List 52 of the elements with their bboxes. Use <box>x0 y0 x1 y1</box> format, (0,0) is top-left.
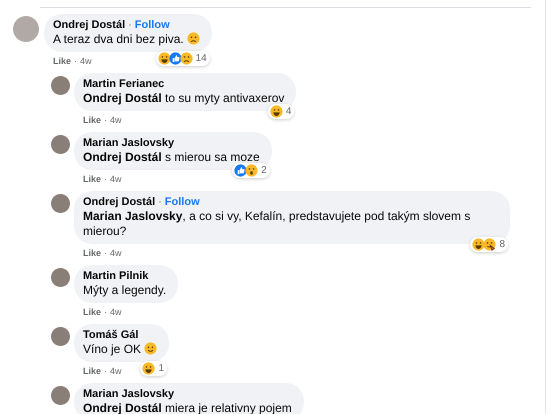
separator-dot: · <box>104 174 108 184</box>
reaction-count: 2 <box>261 165 267 176</box>
reaction-count: 8 <box>499 239 505 250</box>
author-name[interactable]: Martin Pilnik <box>83 270 148 283</box>
reactions-badge[interactable]: 8 <box>470 237 508 252</box>
avatar[interactable] <box>51 135 70 154</box>
reactions-badge[interactable]: 14 <box>156 51 210 66</box>
avatar[interactable] <box>51 327 70 346</box>
separator-dot: · <box>104 248 108 258</box>
author-name[interactable]: Ondrej Dostál <box>83 196 156 209</box>
reaction-count: 1 <box>158 363 164 374</box>
reactions-badge[interactable]: 1 <box>140 361 168 376</box>
comment-time[interactable]: 4w <box>110 115 122 125</box>
author-name[interactable]: Ondrej Dostál <box>53 19 126 32</box>
comment-text: Ondrej Dostál to su myty antivaxerov <box>83 91 284 105</box>
separator-dot: · <box>158 196 162 209</box>
reaction-count: 14 <box>196 53 207 64</box>
comment-text: Víno je OK <box>83 342 142 356</box>
reactions-badge[interactable]: 2 <box>232 163 270 178</box>
separator-dot: · <box>128 19 132 32</box>
avatar[interactable] <box>51 386 70 405</box>
author-name[interactable]: Marian Jaslovsky <box>83 388 174 401</box>
separator-dot: · <box>104 115 108 125</box>
reactions-badge[interactable]: 4 <box>268 104 294 119</box>
comment-time[interactable]: 4w <box>110 366 122 376</box>
avatar[interactable] <box>51 76 70 95</box>
reaction-count: 4 <box>286 106 292 117</box>
follow-link[interactable]: Follow <box>134 19 170 32</box>
like-link[interactable]: Like <box>83 366 102 376</box>
like-link[interactable]: Like <box>83 174 102 184</box>
avatar[interactable] <box>51 268 70 287</box>
separator-dot: · <box>104 366 108 376</box>
like-link[interactable]: Like <box>53 56 72 66</box>
like-link[interactable]: Like <box>83 115 102 125</box>
like-link[interactable]: Like <box>83 248 102 258</box>
author-name[interactable]: Tomáš Gál <box>83 329 138 342</box>
separator-dot: · <box>74 56 78 66</box>
avatar[interactable] <box>51 194 70 213</box>
comment-time[interactable]: 4w <box>110 174 122 184</box>
author-name[interactable]: Martin Ferianec <box>83 78 164 91</box>
comment-text: A teraz dva dni bez piva. <box>53 32 184 46</box>
comment-text: Mýty a legendy. <box>83 283 166 297</box>
comment-time[interactable]: 4w <box>110 248 122 258</box>
author-name[interactable]: Marian Jaslovsky <box>83 137 174 150</box>
comment-text: Marian Jaslovsky, a co si vy, Kefalín, predstavujete pod takým slovem s mierou? <box>83 209 470 238</box>
comment-time[interactable]: 4w <box>80 56 92 66</box>
like-link[interactable]: Like <box>83 307 102 317</box>
avatar[interactable] <box>13 16 39 42</box>
separator-dot: · <box>104 307 108 317</box>
follow-link[interactable]: Follow <box>164 196 200 209</box>
comment-time[interactable]: 4w <box>110 307 122 317</box>
comment-text: Ondrej Dostál s mierou sa moze <box>83 150 260 164</box>
